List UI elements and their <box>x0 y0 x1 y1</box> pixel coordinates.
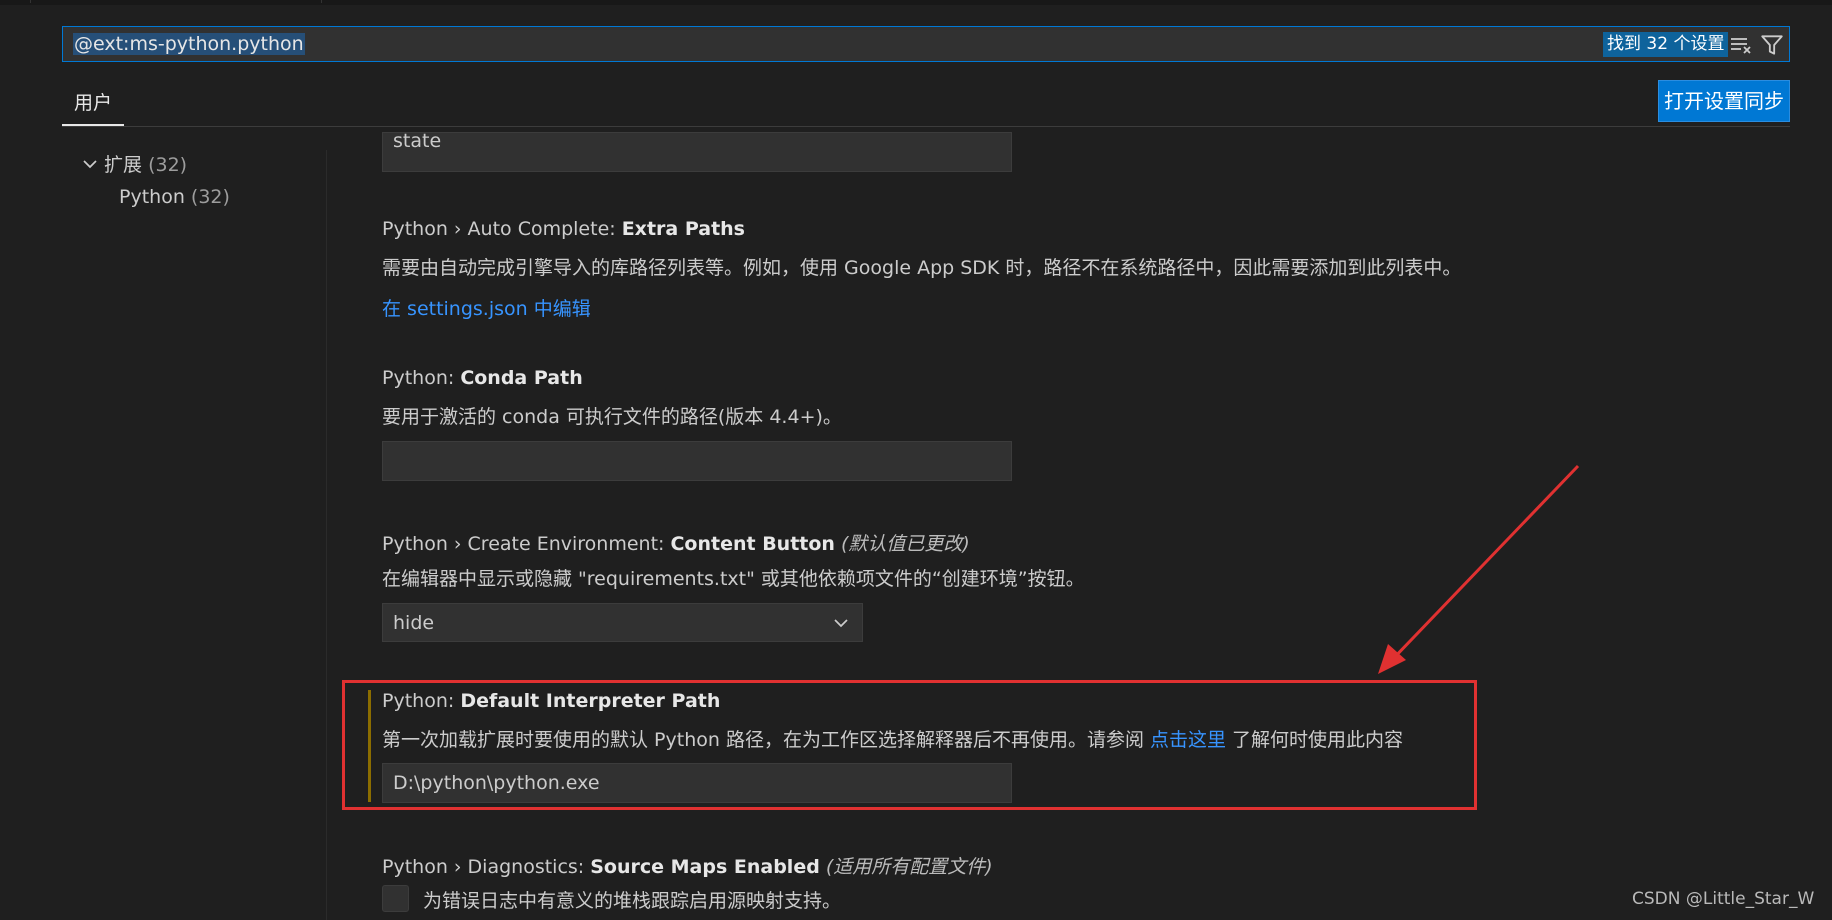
editor-tab[interactable] <box>30 0 322 3</box>
click-here-link[interactable]: 点击这里 <box>1150 729 1226 751</box>
setting-title-conda-path: Python: Conda Path <box>382 367 583 389</box>
setting-prefix: Python: <box>382 367 461 389</box>
setting-prefix: Python › Create Environment: <box>382 533 671 555</box>
scope-indicator: (适用所有配置文件) <box>825 856 993 878</box>
focused-setting-indicator <box>368 690 371 802</box>
setting-title-default-interpreter-path: Python: Default Interpreter Path <box>382 690 720 712</box>
setting-description-conda-path: 要用于激活的 conda 可执行文件的路径(版本 4.4+)。 <box>382 406 842 428</box>
annotation-arrow-icon <box>1378 464 1580 674</box>
setting-name: Extra Paths <box>621 218 745 240</box>
settings-search-box[interactable]: @ext:ms-python.python 找到 32 个设置 <box>62 26 1790 62</box>
description-text: 第一次加载扩展时要使用的默认 Python 路径，在为工作区选择解释器后不再使用… <box>382 729 1150 751</box>
toc-python-count: (32) <box>190 186 230 208</box>
toc-item-python[interactable]: Python (32) <box>119 186 230 208</box>
setting-name: Default Interpreter Path <box>460 690 721 712</box>
result-count-badge: 找到 32 个设置 <box>1603 32 1729 57</box>
setting-title-extra-paths: Python › Auto Complete: Extra Paths <box>382 218 745 240</box>
edit-in-settings-json-link[interactable]: 在 settings.json 中编辑 <box>382 294 591 321</box>
content-button-select[interactable]: hide <box>382 603 863 642</box>
setting-description-content-button: 在编辑器中显示或隐藏 "requirements.txt" 或其他依赖项文件的“… <box>382 568 1085 590</box>
setting-prefix: Python › Auto Complete: <box>382 218 622 240</box>
setting-description-extra-paths: 需要由自动完成引擎导入的库路径列表等。例如，使用 Google App SDK … <box>382 257 1462 279</box>
watermark: CSDN @Little_Star_W <box>1632 889 1815 909</box>
default-interpreter-path-input[interactable]: D:\python\python.exe <box>382 763 1012 803</box>
setting-description-source-maps: 为错误日志中有意义的堆栈跟踪启用源映射支持。 <box>423 890 842 912</box>
toc-python-label: Python <box>119 186 185 208</box>
source-maps-checkbox[interactable] <box>382 885 409 912</box>
setting-description-default-interpreter-path: 第一次加载扩展时要使用的默认 Python 路径，在为工作区选择解释器后不再使用… <box>382 725 1403 752</box>
setting-prefix: Python › Diagnostics: <box>382 856 591 878</box>
chevron-down-icon <box>83 160 97 169</box>
setting-prefix: Python: <box>382 690 461 712</box>
clear-filter-icon[interactable] <box>1729 33 1753 57</box>
setting-title-content-button: Python › Create Environment: Content But… <box>382 529 970 556</box>
setting-title-source-maps-enabled: Python › Diagnostics: Source Maps Enable… <box>382 852 993 879</box>
toc-divider <box>326 150 327 920</box>
description-text: 了解何时使用此内容 <box>1226 729 1404 751</box>
editor-tab-strip <box>0 0 1832 5</box>
setting-name: Content Button <box>670 533 835 555</box>
search-input[interactable]: @ext:ms-python.python <box>73 33 305 55</box>
modified-indicator: (默认值已更改) <box>841 533 970 555</box>
prev-setting-input[interactable]: state <box>382 130 1012 172</box>
setting-name: Conda Path <box>460 367 583 389</box>
conda-path-input[interactable] <box>382 441 1012 481</box>
prev-setting-value: state <box>393 130 442 152</box>
toc-extensions-label: 扩展 <box>104 154 143 176</box>
settings-scope-tabs: 用户 打开设置同步 <box>62 80 1790 127</box>
setting-name: Source Maps Enabled <box>590 856 820 878</box>
toc-item-extensions[interactable]: 扩展 (32) <box>80 150 187 177</box>
funnel-icon[interactable] <box>1759 32 1785 58</box>
chevron-down-icon <box>834 619 848 628</box>
toc-extensions-count: (32) <box>148 154 188 176</box>
tab-user[interactable]: 用户 <box>62 82 125 126</box>
select-value: hide <box>393 612 435 634</box>
open-settings-sync-button[interactable]: 打开设置同步 <box>1658 80 1790 122</box>
